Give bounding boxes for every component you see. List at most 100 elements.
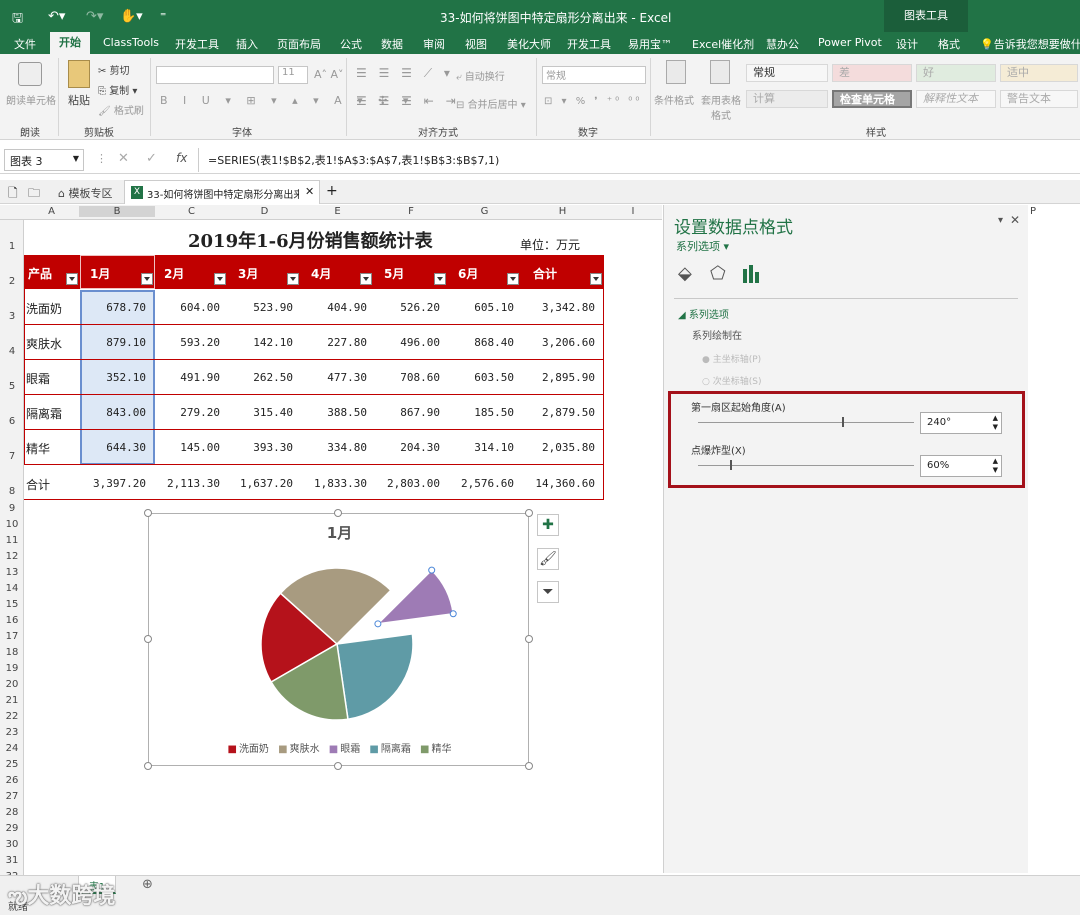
chart-elements-button[interactable]: ✚ xyxy=(537,514,559,536)
value-cell[interactable]: 491.90 xyxy=(155,371,220,384)
tab-format[interactable]: 格式 xyxy=(938,36,960,52)
chevron-down-icon[interactable]: ▼ xyxy=(73,154,79,163)
row-header[interactable]: 12 xyxy=(0,551,24,562)
row-header[interactable]: 29 xyxy=(0,823,24,834)
spinner-icon[interactable]: ▲ ▼ xyxy=(993,414,998,432)
value-cell[interactable]: 2,895.90 xyxy=(521,371,595,384)
read-cell-button[interactable]: 朗读单元格 xyxy=(6,92,56,107)
tab-view[interactable]: 视图 xyxy=(465,36,487,52)
table-header-cell[interactable]: 2月 xyxy=(164,265,184,282)
style-bad[interactable]: 差 xyxy=(832,64,912,82)
row-header[interactable]: 5 xyxy=(0,381,24,392)
column-header[interactable]: G xyxy=(448,206,521,217)
column-header[interactable]: H xyxy=(521,206,604,217)
align-top-icons[interactable]: ☰ ☰ ☰ ⟋ ▾ xyxy=(356,66,454,81)
row-header[interactable]: 14 xyxy=(0,583,24,594)
paste-icon[interactable] xyxy=(68,60,90,88)
folder-icon[interactable]: 🗀 xyxy=(28,184,40,205)
pie-slice-4[interactable] xyxy=(336,633,414,721)
total-cell[interactable]: 2,113.30 xyxy=(155,477,220,490)
row-header[interactable]: 3 xyxy=(0,311,24,322)
filter-dropdown-icon[interactable] xyxy=(360,273,372,285)
add-sheet-icon[interactable]: ⊕ xyxy=(142,877,153,892)
legend-item[interactable]: ■ 洗面奶 xyxy=(227,744,268,755)
total-cell[interactable]: 1,833.30 xyxy=(301,477,367,490)
secondary-axis-radio[interactable]: ○ 次坐标轴(S) xyxy=(702,374,761,387)
value-cell[interactable]: 204.30 xyxy=(374,441,440,454)
value-cell[interactable]: 477.30 xyxy=(301,371,367,384)
value-cell[interactable]: 404.90 xyxy=(301,301,367,314)
value-cell[interactable]: 388.50 xyxy=(301,406,367,419)
format-painter-button[interactable]: 🖌 格式刷 xyxy=(98,102,144,117)
series-options-bar-icon[interactable] xyxy=(740,263,762,285)
resize-handle[interactable] xyxy=(144,762,152,770)
merge-center-button[interactable]: ⊟ 合并后居中 ▾ xyxy=(456,96,526,111)
effects-pentagon-icon[interactable]: ⬠ xyxy=(710,263,726,284)
section-series-options[interactable]: ◢ 系列选项 xyxy=(678,306,729,321)
row-header[interactable]: 7 xyxy=(0,451,24,462)
legend-item[interactable]: ■ 爽肤水 xyxy=(272,744,319,755)
tab-insert[interactable]: 插入 xyxy=(236,36,258,52)
redo-icon[interactable]: ↷▾ xyxy=(86,9,103,24)
style-warn[interactable]: 警告文本 xyxy=(1000,90,1078,108)
value-cell[interactable]: 843.00 xyxy=(80,406,146,419)
slice-selection-handle[interactable] xyxy=(428,566,436,574)
resize-handle[interactable] xyxy=(525,635,533,643)
font-grow-icon[interactable]: A˄ A˅ xyxy=(314,68,344,81)
filter-dropdown-icon[interactable] xyxy=(287,273,299,285)
value-cell[interactable]: 314.10 xyxy=(448,441,514,454)
copy-button[interactable]: ⎘ 复制 ▾ xyxy=(98,82,137,97)
value-cell[interactable]: 868.40 xyxy=(448,336,514,349)
filter-dropdown-icon[interactable] xyxy=(507,273,519,285)
table-header-cell[interactable]: 合计 xyxy=(533,265,557,282)
value-cell[interactable]: 644.30 xyxy=(80,441,146,454)
table-header-cell[interactable]: 1月 xyxy=(90,265,110,282)
table-header-cell[interactable]: 3月 xyxy=(238,265,258,282)
number-format-icons[interactable]: ⊡ ▾ % ❜ ⁺⁰ ⁰⁰ xyxy=(544,96,642,107)
add-tab-icon[interactable]: + xyxy=(326,183,338,199)
filter-dropdown-icon[interactable] xyxy=(66,273,78,285)
row-header[interactable]: 23 xyxy=(0,727,24,738)
pie-plot-area[interactable] xyxy=(149,514,530,767)
chart-filters-button[interactable]: ⏷ xyxy=(537,581,559,603)
tab-data[interactable]: 数据 xyxy=(381,36,403,52)
row-header[interactable]: 19 xyxy=(0,663,24,674)
pie-slice-3[interactable] xyxy=(375,569,455,625)
value-cell[interactable]: 604.00 xyxy=(155,301,220,314)
close-icon[interactable]: ✕ xyxy=(305,185,314,198)
column-header[interactable]: B xyxy=(79,206,155,217)
tab-excel-catalyst[interactable]: Excel催化剂 xyxy=(692,36,754,52)
new-doc-icon[interactable]: 🗋 xyxy=(8,184,18,205)
tab-home[interactable]: 开始 xyxy=(50,32,90,54)
row-header[interactable]: 30 xyxy=(0,839,24,850)
column-header[interactable]: F xyxy=(374,206,448,217)
table-header-cell[interactable]: 4月 xyxy=(311,265,331,282)
pie-chart[interactable]: 1月 ■ 洗面奶 ■ 爽肤水 ■ 眼霜 ■ 隔离霜 ■ 精华 xyxy=(148,513,529,766)
read-cell-icon[interactable] xyxy=(18,62,42,86)
resize-handle[interactable] xyxy=(334,509,342,517)
column-header[interactable]: C xyxy=(155,206,228,217)
table-format-button[interactable]: 套用表格格式 xyxy=(700,92,742,122)
value-cell[interactable]: 145.00 xyxy=(155,441,220,454)
column-header[interactable]: P xyxy=(1028,206,1038,217)
style-explain[interactable]: 解释性文本 xyxy=(916,90,996,108)
style-normal[interactable]: 常规 xyxy=(746,64,828,82)
column-header[interactable]: A xyxy=(24,206,79,217)
paste-button[interactable]: 粘贴 xyxy=(68,92,90,108)
row-header[interactable]: 11 xyxy=(0,535,24,546)
resize-handle[interactable] xyxy=(144,509,152,517)
table-header-cell[interactable]: 产品 xyxy=(28,265,52,282)
slice-selection-handle[interactable] xyxy=(449,610,457,618)
resize-handle[interactable] xyxy=(144,635,152,643)
row-header[interactable]: 24 xyxy=(0,743,24,754)
value-cell[interactable]: 334.80 xyxy=(301,441,367,454)
angle-slider-track[interactable] xyxy=(698,422,914,423)
tab-review[interactable]: 审阅 xyxy=(423,36,445,52)
row-header[interactable]: 9 xyxy=(0,503,24,514)
style-calc[interactable]: 计算 xyxy=(746,90,828,108)
chart-legend[interactable]: ■ 洗面奶 ■ 爽肤水 ■ 眼霜 ■ 隔离霜 ■ 精华 xyxy=(149,740,530,755)
tab-classtools[interactable]: ClassTools xyxy=(103,36,159,49)
style-neutral[interactable]: 适中 xyxy=(1000,64,1078,82)
align-horiz-icons[interactable]: ☰ ☰ ☰ ⇤ ⇥ xyxy=(356,94,460,108)
total-cell[interactable]: 2,576.60 xyxy=(448,477,514,490)
